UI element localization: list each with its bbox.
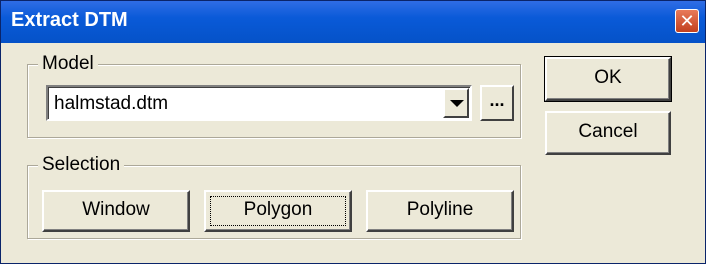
model-group-label: Model bbox=[38, 52, 98, 76]
cancel-button[interactable]: Cancel bbox=[545, 111, 671, 155]
focus-ring bbox=[210, 196, 346, 226]
window-button[interactable]: Window bbox=[42, 190, 190, 232]
polygon-button[interactable]: Polygon bbox=[204, 190, 352, 232]
model-group: Model halmstad.dtm ... bbox=[27, 52, 521, 138]
browse-button[interactable]: ... bbox=[480, 85, 514, 121]
polyline-button[interactable]: Polyline bbox=[366, 190, 514, 232]
selection-group-label: Selection bbox=[38, 153, 125, 177]
extract-dtm-dialog: Extract DTM ✕ Model halmstad.dtm ... Sel… bbox=[0, 0, 706, 264]
title-bar[interactable]: Extract DTM ✕ bbox=[1, 1, 705, 43]
model-dropdown-button[interactable] bbox=[443, 88, 469, 118]
close-icon: ✕ bbox=[679, 11, 695, 31]
chevron-down-icon bbox=[450, 100, 464, 107]
model-combobox-value: halmstad.dtm bbox=[54, 93, 169, 114]
close-button[interactable]: ✕ bbox=[675, 9, 699, 33]
window-title: Extract DTM bbox=[11, 9, 128, 31]
model-combobox[interactable]: halmstad.dtm bbox=[46, 85, 472, 121]
ok-button[interactable]: OK bbox=[544, 56, 672, 102]
selection-group: Selection Window Polygon Polyline bbox=[27, 153, 521, 239]
